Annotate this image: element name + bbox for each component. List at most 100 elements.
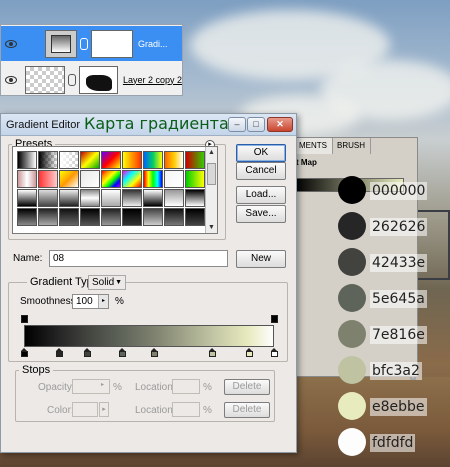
tab-adjustments[interactable]: MENTS: [294, 138, 333, 154]
color-stop[interactable]: [21, 348, 28, 357]
smoothness-input[interactable]: 100 ▸: [72, 294, 109, 309]
preset-swatch[interactable]: [164, 151, 184, 169]
color-stop[interactable]: [151, 348, 158, 357]
close-icon[interactable]: ✕: [267, 117, 293, 132]
opacity-location-input[interactable]: [172, 379, 200, 394]
chevron-down-icon: ▼: [115, 279, 122, 286]
layer-row-layer2copy2[interactable]: Layer 2 copy 2: [1, 62, 182, 97]
color-stop[interactable]: [56, 348, 63, 357]
opacity-stop[interactable]: [271, 315, 278, 323]
palette-swatch: [338, 248, 366, 276]
link-icon[interactable]: [68, 73, 77, 86]
preset-swatch[interactable]: [59, 151, 79, 169]
preset-swatch[interactable]: [101, 189, 121, 207]
palette-swatch: [338, 320, 366, 348]
preset-swatch[interactable]: [101, 170, 121, 188]
color-label: Color:: [47, 405, 74, 416]
layer-name: Gradi...: [138, 38, 168, 49]
scroll-thumb[interactable]: [207, 163, 216, 185]
preset-swatch[interactable]: [59, 170, 79, 188]
save-button[interactable]: Save...: [236, 205, 286, 223]
color-stop[interactable]: [118, 348, 126, 357]
gradient-type-select[interactable]: Solid ▼: [88, 275, 126, 290]
preset-swatch[interactable]: [164, 170, 184, 188]
color-location-input[interactable]: [172, 402, 200, 417]
palette-swatch: [338, 284, 366, 312]
preset-swatch[interactable]: [122, 189, 142, 207]
new-button[interactable]: New: [236, 250, 286, 268]
color-stop[interactable]: [208, 348, 216, 357]
name-input[interactable]: 08: [49, 250, 228, 267]
palette-swatch: [338, 356, 366, 384]
color-stop[interactable]: [246, 348, 253, 357]
canvas-background: MENTS BRUSH t Map Gradi... Layer 2 copy …: [0, 0, 450, 467]
eye-icon[interactable]: [5, 75, 17, 84]
preset-swatch[interactable]: [17, 170, 37, 188]
scroll-up-icon[interactable]: ▲: [208, 149, 215, 156]
preset-swatch[interactable]: [80, 208, 100, 226]
preset-swatch[interactable]: [38, 170, 58, 188]
preset-swatch[interactable]: [164, 208, 184, 226]
palette-hex-label: 5e645a: [370, 290, 427, 308]
adjustment-thumbnail: [45, 29, 77, 58]
presets-grid: ▲ ▼: [12, 146, 218, 234]
load-button[interactable]: Load...: [236, 186, 286, 204]
preset-swatch[interactable]: [17, 151, 37, 169]
preset-swatch[interactable]: [143, 208, 163, 226]
preset-swatch[interactable]: [164, 189, 184, 207]
ok-button[interactable]: OK: [236, 144, 286, 162]
preset-swatch[interactable]: [59, 189, 79, 207]
preset-swatch[interactable]: [185, 151, 205, 169]
cancel-button[interactable]: Cancel: [236, 162, 286, 180]
preset-swatch[interactable]: [122, 151, 142, 169]
layer-row-gradient[interactable]: Gradi...: [1, 26, 182, 61]
dropdown-arrow-icon: ▸: [101, 382, 105, 388]
gradient-preview-bar[interactable]: [24, 325, 274, 347]
preset-swatch[interactable]: [122, 208, 142, 226]
preset-swatch[interactable]: [185, 170, 205, 188]
eye-icon[interactable]: [5, 39, 17, 48]
preset-swatch[interactable]: [17, 208, 37, 226]
layer-name: Layer 2 copy 2: [122, 74, 182, 85]
preset-swatch[interactable]: [80, 189, 100, 207]
dialog-titlebar[interactable]: Gradient Editor Карта градиента – □ ✕: [1, 114, 296, 136]
preset-swatch[interactable]: [38, 189, 58, 207]
opacity-stop[interactable]: [21, 315, 28, 323]
preset-swatch[interactable]: [185, 189, 205, 207]
maximize-icon[interactable]: □: [247, 117, 265, 132]
tab-brush[interactable]: BRUSH: [332, 138, 372, 154]
delete-color-stop-button[interactable]: Delete: [224, 402, 270, 418]
preset-swatch[interactable]: [122, 170, 142, 188]
preset-swatch[interactable]: [80, 170, 100, 188]
opacity-input[interactable]: [72, 379, 110, 394]
preset-swatch[interactable]: [38, 151, 58, 169]
palette-swatch: [338, 176, 366, 204]
name-label: Name:: [13, 253, 43, 264]
color-location-percent: %: [203, 405, 212, 416]
preset-swatch[interactable]: [17, 189, 37, 207]
preset-swatch[interactable]: [143, 170, 163, 188]
scroll-down-icon[interactable]: ▼: [208, 224, 215, 231]
preset-swatch[interactable]: [143, 151, 163, 169]
preset-swatch[interactable]: [80, 151, 100, 169]
color-stop[interactable]: [83, 348, 91, 357]
smoothness-percent: %: [115, 296, 124, 307]
preset-swatch[interactable]: [101, 151, 121, 169]
color-swatch[interactable]: [72, 402, 98, 417]
preset-swatch[interactable]: [59, 208, 79, 226]
link-icon[interactable]: [80, 37, 88, 50]
preset-swatch[interactable]: [101, 208, 121, 226]
color-menu-icon[interactable]: ▸: [99, 402, 109, 417]
delete-opacity-stop-button[interactable]: Delete: [224, 379, 270, 395]
layer-thumbnail: [24, 65, 66, 94]
minimize-icon[interactable]: –: [228, 117, 246, 132]
color-stop[interactable]: [271, 348, 278, 357]
preset-swatch[interactable]: [143, 189, 163, 207]
dropdown-arrow-icon[interactable]: ▸: [98, 295, 108, 308]
preset-swatch[interactable]: [185, 208, 205, 226]
palette-hex-label: 000000: [370, 182, 428, 200]
preset-swatch[interactable]: [38, 208, 58, 226]
smoothness-label: Smoothness:: [20, 296, 79, 307]
presets-scrollbar[interactable]: ▲ ▼: [205, 147, 217, 233]
opacity-location-percent: %: [203, 382, 212, 393]
